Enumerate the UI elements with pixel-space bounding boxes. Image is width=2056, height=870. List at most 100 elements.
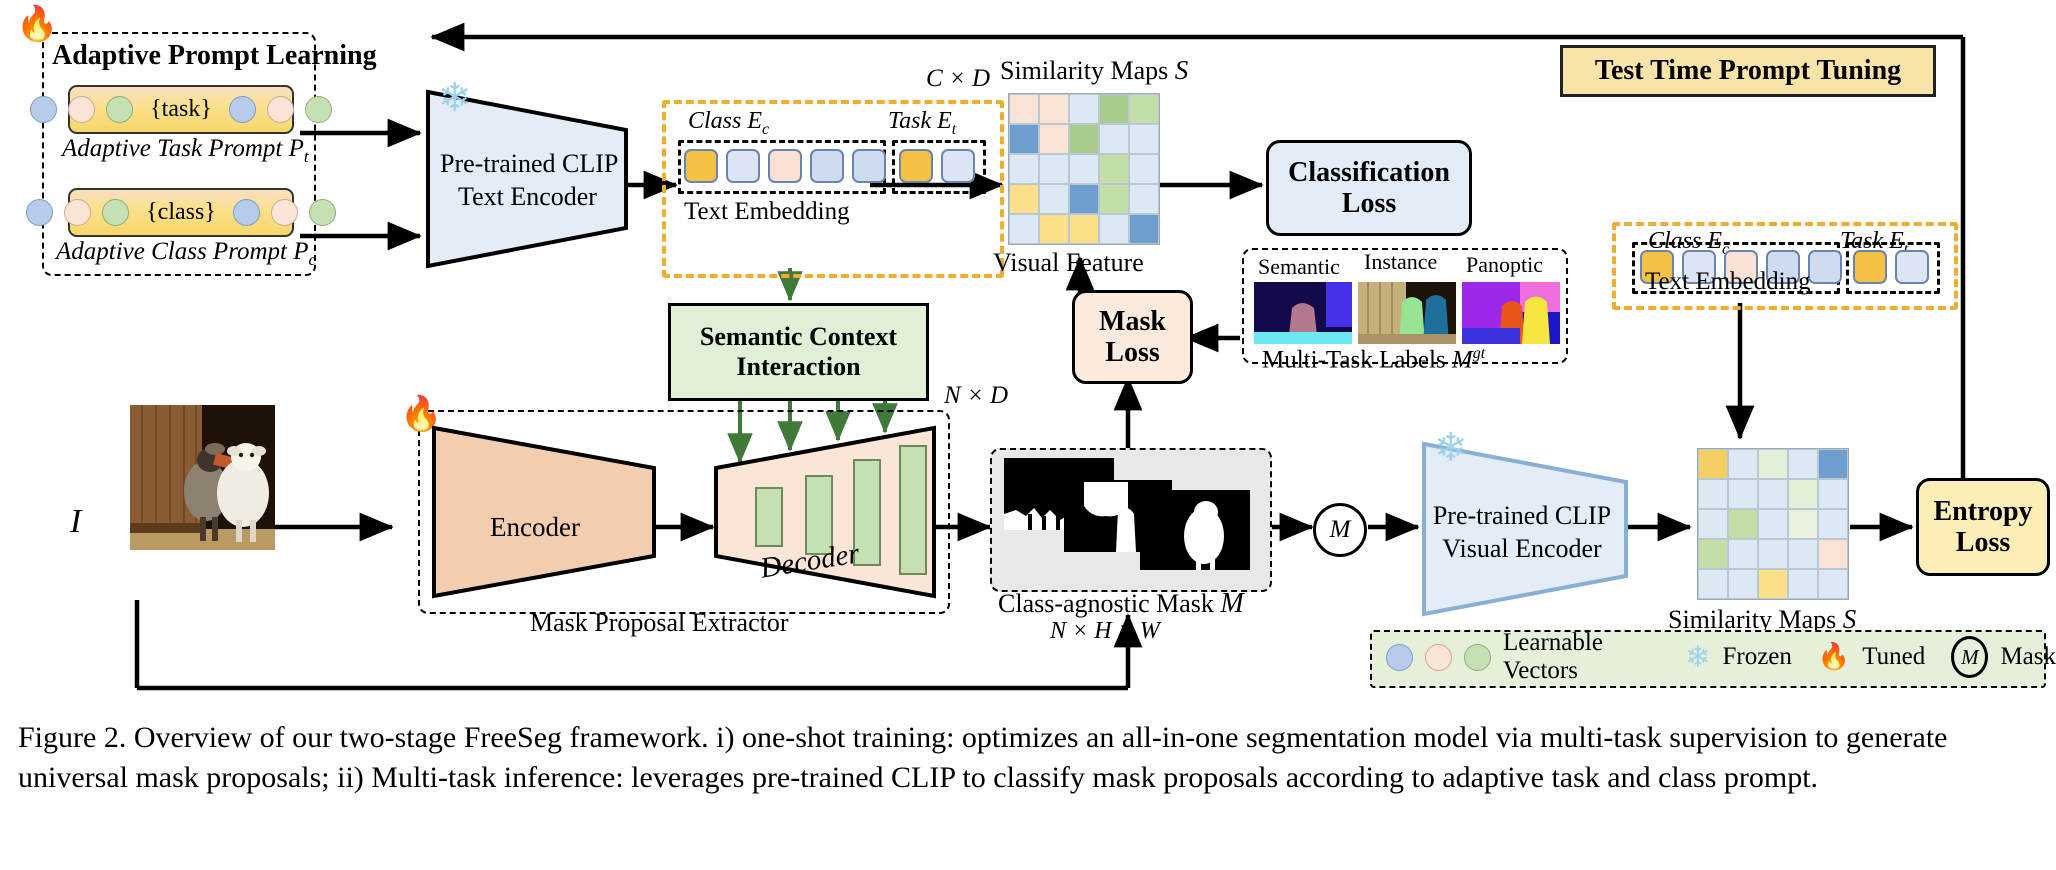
class-tokens-train (684, 149, 886, 183)
heatmap-cell (1039, 184, 1069, 214)
semantic-context-line2: Interaction (736, 352, 861, 381)
heatmap-cell (1698, 509, 1728, 539)
task-slot-label: {task} (150, 96, 212, 122)
class-prompt-caption-text: Adaptive Class Prompt P (56, 238, 309, 265)
embedding-token (941, 149, 975, 183)
heatmap-cell (1129, 94, 1159, 124)
similarity-maps-test-grid (1697, 448, 1849, 600)
visual-feature-label: Visual Feature (993, 248, 1144, 277)
heatmap-cell (1698, 539, 1728, 569)
learnable-vector-dot (304, 96, 332, 123)
heatmap-cell (1818, 539, 1848, 569)
snowflake-icon-text-encoder: ❄ (438, 75, 472, 120)
text-encoder-line2: Text Encoder (458, 181, 597, 211)
similarity-maps-train-grid (1008, 93, 1160, 245)
heatmap-cell (1009, 124, 1039, 154)
legend-tuned-label: Tuned (1862, 643, 1926, 670)
text-encoder-line1: Pre-trained CLIP (440, 149, 619, 178)
multi-task-symbol: M (1451, 346, 1473, 374)
text-encoder-label: Pre-trained CLIP Text Encoder (440, 148, 619, 213)
learnable-vector-dot (232, 199, 260, 226)
flame-icon-legend: 🔥 (1817, 642, 1851, 671)
semantic-context-interaction-box: Semantic Context Interaction (668, 303, 929, 401)
multi-task-symbol-sup: gt (1472, 345, 1486, 362)
legend-frozen-label: Frozen (1722, 643, 1792, 670)
mask-icon-legend: M (1951, 636, 1989, 678)
heatmap-cell (1039, 94, 1069, 124)
mask-operator-symbol: M (1329, 516, 1351, 543)
heatmap-cell (1009, 94, 1039, 124)
mask-image-3 (1140, 490, 1250, 570)
heatmap-cell (1758, 569, 1788, 599)
heatmap-cell (1039, 214, 1069, 244)
embedding-token (684, 149, 718, 183)
semantic-context-line1: Semantic Context (699, 322, 898, 352)
semantic-label-image (1254, 282, 1352, 344)
learnable-vector-dot (64, 199, 92, 226)
input-image (130, 405, 275, 550)
learnable-vector-dot (102, 199, 130, 226)
multi-task-column-panoptic: Panoptic (1466, 252, 1543, 278)
multi-task-labels-caption: Multi-Task Labels Mgt (1262, 345, 1485, 374)
class-agnostic-mask-shape: N × H × W (1050, 618, 1160, 644)
heatmap-cell (1758, 449, 1788, 479)
learnable-vector-dot (308, 199, 336, 226)
class-agnostic-mask-caption: Class-agnostic Mask M (998, 588, 1244, 620)
heatmap-cell (1698, 449, 1728, 479)
mask-loss-box: Mask Loss (1072, 290, 1193, 384)
heatmap-cell (1818, 449, 1848, 479)
entropy-loss-line2: Loss (1955, 527, 2011, 558)
heatmap-cell (1069, 184, 1099, 214)
learnable-vector-dot (68, 96, 96, 123)
heatmap-cell (1818, 509, 1848, 539)
similarity-train-title-text: Similarity Maps (1000, 56, 1169, 85)
snowflake-icon-visual-encoder: ❄ (1434, 425, 1468, 470)
heatmap-cell (1728, 539, 1758, 569)
class-slot-label: {class} (146, 199, 216, 225)
task-embedding-text-train: Task E (888, 108, 952, 134)
mask-proposal-caption: Mask Proposal Extractor (530, 608, 789, 637)
heatmap-cell (1728, 509, 1758, 539)
embedding-token (1808, 250, 1842, 284)
heatmap-cell (1009, 214, 1039, 244)
task-tokens-test (1853, 250, 1929, 284)
heatmap-cell (1728, 479, 1758, 509)
learnable-vector-dot (228, 96, 256, 123)
heatmap-cell (1728, 569, 1758, 599)
task-prompt-sub: t (303, 147, 309, 166)
heatmap-cell (1099, 214, 1129, 244)
classification-loss-line2: Loss (1341, 188, 1397, 219)
heatmap-cell (1039, 124, 1069, 154)
figure-caption: Figure 2. Overview of our two-stage Free… (18, 721, 1948, 795)
class-embedding-sub-train: c (762, 120, 770, 138)
adaptive-class-prompt-pill[interactable]: {class} (26, 188, 336, 237)
heatmap-cell (1758, 539, 1788, 569)
learnable-vector-dot (1464, 643, 1491, 671)
instance-label-image (1358, 282, 1456, 344)
heatmap-cell (1698, 569, 1728, 599)
learnable-vector-dot (270, 199, 298, 226)
mask-loss-line2: Loss (1105, 337, 1160, 368)
embedding-token (899, 149, 933, 183)
adaptive-task-prompt-pill[interactable]: {task} (30, 85, 332, 134)
class-embedding-label-train: Class Ec (688, 108, 769, 139)
heatmap-cell (1069, 154, 1099, 184)
column-label-panoptic: Panoptic (1466, 252, 1543, 277)
encoder-label: Encoder (490, 512, 580, 542)
text-embedding-train-caption: Text Embedding (684, 198, 850, 225)
panoptic-label-image (1462, 282, 1560, 344)
heatmap-cell (1818, 479, 1848, 509)
embedding-token (852, 149, 886, 183)
heatmap-cell (1099, 154, 1129, 184)
snowflake-icon-legend: ❄ (1685, 640, 1711, 674)
classification-loss-box: Classification Loss (1266, 140, 1472, 236)
legend-mask-label: Mask (2000, 643, 2056, 670)
adaptive-task-prompt-caption: Adaptive Task Prompt Pt (62, 135, 309, 167)
heatmap-cell (1788, 479, 1818, 509)
class-embedding-text-train: Class E (688, 108, 763, 134)
learnable-vector-dot (1386, 643, 1413, 671)
heatmap-cell (1728, 449, 1758, 479)
embedding-token (1853, 250, 1887, 284)
heatmap-cell (1788, 539, 1818, 569)
entropy-loss-box: Entropy Loss (1916, 478, 2050, 576)
